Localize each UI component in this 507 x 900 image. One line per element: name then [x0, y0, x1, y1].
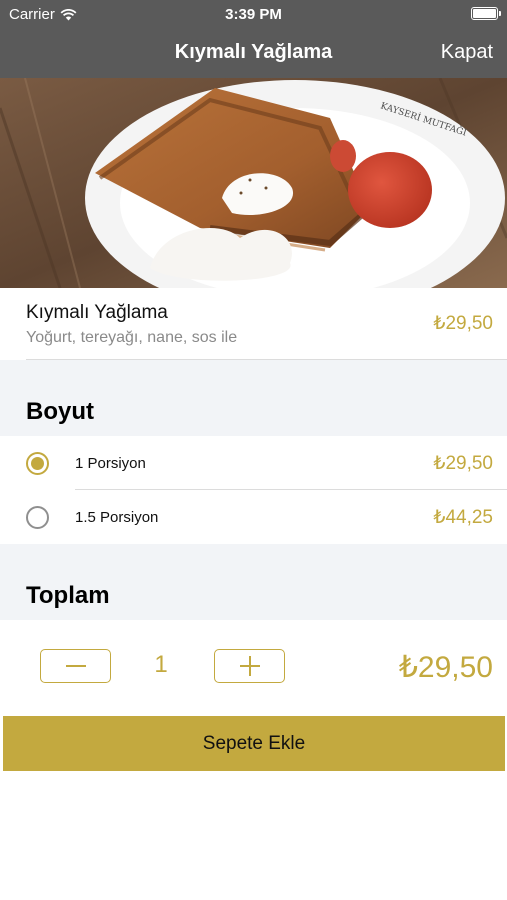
size-section-header: Boyut — [0, 360, 507, 436]
total-section-header: Toplam — [0, 544, 507, 620]
size-option-1[interactable]: 1 Porsiyon ₺29,50 — [0, 436, 507, 490]
size-option-price: ₺44,25 — [433, 507, 493, 528]
product-description: Yoğurt, tereyağı, nane, sos ile — [26, 329, 238, 346]
size-option-label: 1.5 Porsiyon — [75, 509, 159, 526]
product-image: KAYSERİ MUTFAĞI — [0, 78, 507, 288]
total-price: ₺29,50 — [398, 651, 493, 684]
decrease-quantity-button[interactable] — [40, 649, 111, 683]
status-bar: Carrier 3:39 PM — [0, 0, 507, 28]
radio-unselected-icon[interactable] — [26, 506, 49, 529]
product-price: ₺29,50 — [433, 313, 493, 334]
total-section-title: Toplam — [26, 582, 110, 609]
food-photo: KAYSERİ MUTFAĞI — [0, 78, 507, 288]
size-section-title: Boyut — [26, 398, 94, 425]
battery-icon — [471, 7, 501, 20]
size-option-price: ₺29,50 — [433, 453, 493, 474]
add-to-cart-button[interactable]: Sepete Ekle — [3, 716, 505, 771]
quantity-row: 1 ₺29,50 — [0, 620, 507, 715]
product-info: Kıymalı Yağlama Yoğurt, tereyağı, nane, … — [0, 288, 507, 360]
navigation-bar: Kıymalı Yağlama Kapat — [0, 28, 507, 78]
product-name: Kıymalı Yağlama — [26, 302, 168, 323]
page-title: Kıymalı Yağlama — [174, 41, 333, 63]
minus-icon — [65, 665, 86, 667]
quantity-value: 1 — [154, 651, 168, 678]
radio-selected-icon[interactable] — [26, 452, 49, 475]
increase-quantity-button[interactable] — [214, 649, 285, 683]
clock: 3:39 PM — [225, 6, 282, 23]
close-button[interactable]: Kapat — [441, 41, 493, 64]
size-option-2[interactable]: 1.5 Porsiyon ₺44,25 — [0, 490, 507, 544]
plus-icon — [239, 656, 260, 676]
size-option-label: 1 Porsiyon — [75, 455, 146, 472]
